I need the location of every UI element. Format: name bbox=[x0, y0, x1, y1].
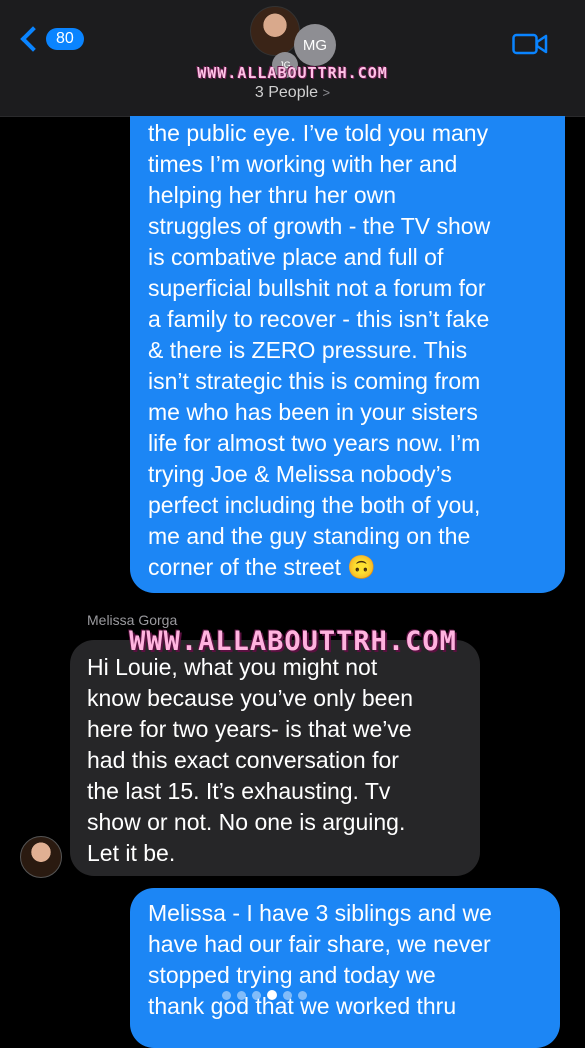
people-chevron-icon: > bbox=[322, 85, 331, 100]
message-line: superficial bullshit not a forum for bbox=[148, 275, 486, 301]
message-line: thank god that we worked thru bbox=[148, 993, 457, 1019]
message-line: times I’m working with her and bbox=[148, 151, 458, 177]
page-dot bbox=[267, 990, 277, 1000]
group-avatar-initials[interactable]: MG bbox=[294, 24, 336, 66]
back-chevron-icon bbox=[20, 26, 46, 52]
back-button[interactable]: 80 bbox=[18, 26, 84, 52]
sender-avatar[interactable] bbox=[20, 836, 62, 878]
message-line: life for almost two years now. I’m bbox=[148, 430, 481, 456]
outgoing-message-bubble[interactable]: the public eye. I’ve told you many times … bbox=[130, 116, 565, 593]
message-line: show or not. No one is arguing. bbox=[87, 809, 406, 835]
message-line: me who has been in your sisters bbox=[148, 399, 478, 425]
message-line: Let it be. bbox=[87, 840, 176, 866]
message-line: isn’t strategic this is coming from bbox=[148, 368, 481, 394]
message-line: Melissa - I have 3 siblings and we bbox=[148, 900, 492, 926]
message-line: had this exact conversation for bbox=[87, 747, 399, 773]
page-indicator bbox=[222, 990, 307, 1000]
watermark-mid: WWW.ALLABOUTTRH.COM bbox=[129, 626, 457, 657]
message-line: perfect including the both of you, bbox=[148, 492, 481, 518]
message-line: corner of the street 🙃 bbox=[148, 554, 377, 580]
watermark-top: WWW.ALLABOUTTRH.COM bbox=[197, 64, 388, 82]
page-dot bbox=[283, 990, 292, 1000]
video-camera-icon[interactable] bbox=[512, 32, 548, 56]
message-line: struggles of growth - the TV show bbox=[148, 213, 491, 239]
outgoing-message-bubble-2[interactable]: Melissa - I have 3 siblings and we have h… bbox=[130, 888, 560, 1048]
page-dot bbox=[252, 990, 261, 1000]
conversation-header: 80 MG JG WWW.ALLABOUTTRH.COM 3 People > bbox=[0, 0, 585, 117]
message-line: a family to recover - this isn’t fake bbox=[148, 306, 490, 332]
unread-count-badge: 80 bbox=[46, 28, 84, 50]
message-line: is combative place and full of bbox=[148, 244, 444, 270]
message-line: stopped trying and today we bbox=[148, 962, 436, 988]
message-line: helping her thru her own bbox=[148, 182, 397, 208]
message-line: me and the guy standing on the bbox=[148, 523, 471, 549]
message-line: have had our fair share, we never bbox=[148, 931, 491, 957]
message-line: trying Joe & Melissa nobody’s bbox=[148, 461, 452, 487]
incoming-message-bubble[interactable]: Hi Louie, what you might not know because… bbox=[70, 640, 480, 876]
group-details-link[interactable]: 3 People > bbox=[0, 84, 585, 102]
message-line: the public eye. I’ve told you many bbox=[148, 120, 489, 146]
page-dot bbox=[298, 990, 307, 1000]
incoming-message-text: Hi Louie, what you might not know because… bbox=[87, 652, 480, 869]
group-label: 3 People bbox=[254, 84, 319, 101]
page-dot bbox=[237, 990, 246, 1000]
group-avatar-photo[interactable] bbox=[250, 6, 300, 56]
page-dot bbox=[222, 990, 231, 1000]
message-line: & there is ZERO pressure. This bbox=[148, 337, 468, 363]
message-line: the last 15. It’s exhausting. Tv bbox=[87, 778, 391, 804]
outgoing-message-text-2: Melissa - I have 3 siblings and we have h… bbox=[148, 898, 560, 1022]
message-line: know because you’ve only been bbox=[87, 685, 414, 711]
message-line: here for two years- is that we’ve bbox=[87, 716, 412, 742]
outgoing-message-text: the public eye. I’ve told you many times … bbox=[148, 116, 565, 583]
